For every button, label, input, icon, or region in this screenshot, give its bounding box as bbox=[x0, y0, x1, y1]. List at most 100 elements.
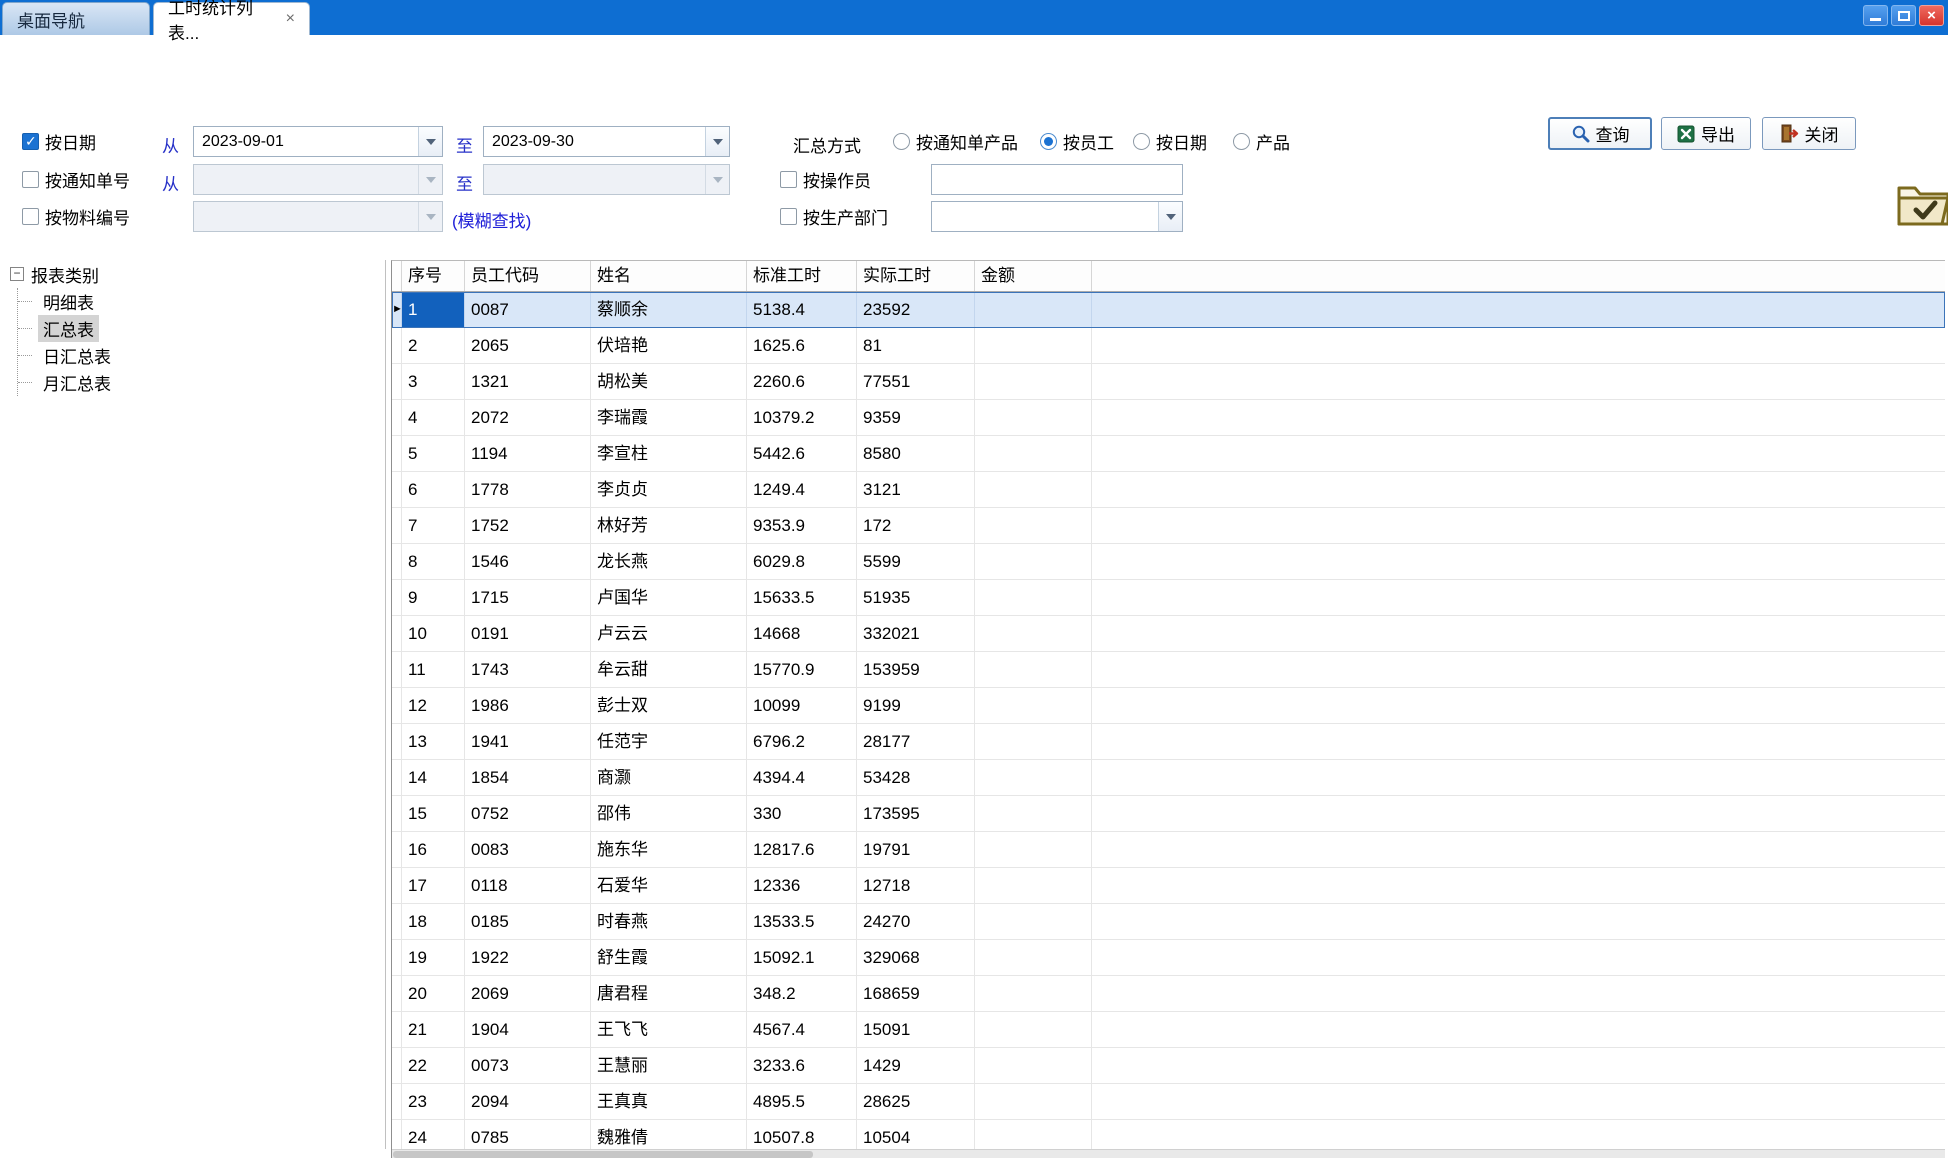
table-cell[interactable]: 4567.4 bbox=[747, 1012, 857, 1048]
chevron-down-icon[interactable] bbox=[705, 165, 729, 194]
column-header-name[interactable]: 姓名 bbox=[591, 261, 747, 291]
table-cell[interactable]: 10 bbox=[402, 616, 465, 652]
table-cell[interactable] bbox=[975, 508, 1092, 544]
table-cell[interactable]: 6029.8 bbox=[747, 544, 857, 580]
radio-by-date[interactable] bbox=[1133, 133, 1150, 150]
tree-item-monthly-summary[interactable]: 月汇总表 bbox=[18, 369, 385, 396]
table-cell[interactable]: 173595 bbox=[857, 796, 975, 832]
table-cell[interactable] bbox=[975, 472, 1092, 508]
table-cell[interactable]: 2260.6 bbox=[747, 364, 857, 400]
table-cell[interactable]: 1321 bbox=[465, 364, 591, 400]
table-cell[interactable]: 24270 bbox=[857, 904, 975, 940]
table-cell[interactable]: 施东华 bbox=[591, 832, 747, 868]
table-cell[interactable]: 5599 bbox=[857, 544, 975, 580]
table-row[interactable]: 150752邵伟330173595 bbox=[392, 796, 1945, 832]
table-cell[interactable]: 14668 bbox=[747, 616, 857, 652]
table-cell[interactable]: 3233.6 bbox=[747, 1048, 857, 1084]
table-cell[interactable]: 0752 bbox=[465, 796, 591, 832]
table-cell[interactable]: 2 bbox=[402, 328, 465, 364]
table-cell[interactable]: 9 bbox=[402, 580, 465, 616]
tree-item-detail[interactable]: 明细表 bbox=[18, 288, 385, 315]
table-cell[interactable]: 王慧丽 bbox=[591, 1048, 747, 1084]
table-row[interactable]: 51194李宣柱5442.68580 bbox=[392, 436, 1945, 472]
table-cell[interactable]: 10099 bbox=[747, 688, 857, 724]
table-cell[interactable]: 2094 bbox=[465, 1084, 591, 1120]
notice-to-combo[interactable] bbox=[483, 164, 730, 195]
table-row[interactable]: 61778李贞贞1249.43121 bbox=[392, 472, 1945, 508]
table-cell[interactable]: 0785 bbox=[465, 1120, 591, 1150]
table-cell[interactable] bbox=[975, 868, 1092, 904]
department-combo[interactable] bbox=[931, 201, 1183, 232]
table-cell[interactable]: 0083 bbox=[465, 832, 591, 868]
table-row[interactable]: 220073王慧丽3233.61429 bbox=[392, 1048, 1945, 1084]
table-cell[interactable]: 16 bbox=[402, 832, 465, 868]
table-cell[interactable]: 0087 bbox=[465, 292, 591, 328]
table-cell[interactable]: 51935 bbox=[857, 580, 975, 616]
table-cell[interactable]: 1986 bbox=[465, 688, 591, 724]
by-operator-checkbox[interactable] bbox=[780, 171, 797, 188]
table-row[interactable]: 42072李瑞霞10379.29359 bbox=[392, 400, 1945, 436]
table-cell[interactable] bbox=[975, 904, 1092, 940]
table-cell[interactable]: 12817.6 bbox=[747, 832, 857, 868]
table-cell[interactable]: 2069 bbox=[465, 976, 591, 1012]
close-window-button[interactable]: × bbox=[1919, 5, 1944, 26]
chevron-down-icon[interactable] bbox=[705, 127, 729, 156]
tab-worktime-statistics[interactable]: 工时统计列表... × bbox=[153, 2, 310, 35]
table-cell[interactable]: 172 bbox=[857, 508, 975, 544]
radio-by-notice-product[interactable] bbox=[893, 133, 910, 150]
table-cell[interactable]: 9359 bbox=[857, 400, 975, 436]
table-cell[interactable]: 0185 bbox=[465, 904, 591, 940]
table-cell[interactable]: 15091 bbox=[857, 1012, 975, 1048]
table-cell[interactable]: 12 bbox=[402, 688, 465, 724]
table-cell[interactable]: 时春燕 bbox=[591, 904, 747, 940]
fuzzy-search-link[interactable]: (模糊查找) bbox=[452, 207, 531, 232]
table-cell[interactable]: 4 bbox=[402, 400, 465, 436]
notice-from-combo[interactable] bbox=[193, 164, 443, 195]
table-cell[interactable] bbox=[975, 436, 1092, 472]
table-cell[interactable]: 348.2 bbox=[747, 976, 857, 1012]
table-cell[interactable]: 6796.2 bbox=[747, 724, 857, 760]
table-cell[interactable]: 24 bbox=[402, 1120, 465, 1150]
table-cell[interactable]: 蔡顺余 bbox=[591, 292, 747, 328]
table-cell[interactable]: 20 bbox=[402, 976, 465, 1012]
table-cell[interactable]: 21 bbox=[402, 1012, 465, 1048]
table-cell[interactable] bbox=[975, 400, 1092, 436]
table-cell[interactable]: 牟云甜 bbox=[591, 652, 747, 688]
table-row[interactable]: 191922舒生霞15092.1329068 bbox=[392, 940, 1945, 976]
table-cell[interactable]: 5 bbox=[402, 436, 465, 472]
table-cell[interactable]: 10507.8 bbox=[747, 1120, 857, 1150]
table-cell[interactable]: 12718 bbox=[857, 868, 975, 904]
scrollbar-thumb[interactable] bbox=[393, 1151, 813, 1158]
table-cell[interactable]: 15092.1 bbox=[747, 940, 857, 976]
table-cell[interactable]: 4895.5 bbox=[747, 1084, 857, 1120]
column-header-amount[interactable]: 金额 bbox=[975, 261, 1092, 291]
table-cell[interactable]: 22 bbox=[402, 1048, 465, 1084]
table-cell[interactable] bbox=[975, 832, 1092, 868]
table-row[interactable]: 232094王真真4895.528625 bbox=[392, 1084, 1945, 1120]
by-date-checkbox[interactable] bbox=[22, 133, 39, 150]
table-cell[interactable] bbox=[975, 1012, 1092, 1048]
by-notice-checkbox[interactable] bbox=[22, 171, 39, 188]
tab-desktop-navigation[interactable]: 桌面导航 bbox=[2, 2, 150, 35]
table-cell[interactable]: 10379.2 bbox=[747, 400, 857, 436]
table-cell[interactable] bbox=[975, 796, 1092, 832]
table-row[interactable]: 141854商灏4394.453428 bbox=[392, 760, 1945, 796]
table-cell[interactable]: 10504 bbox=[857, 1120, 975, 1150]
table-cell[interactable]: 168659 bbox=[857, 976, 975, 1012]
chevron-down-icon[interactable] bbox=[1158, 202, 1182, 231]
table-cell[interactable]: 329068 bbox=[857, 940, 975, 976]
tree-root-item[interactable]: − 报表类别 bbox=[2, 260, 385, 288]
table-row[interactable]: 211904王飞飞4567.415091 bbox=[392, 1012, 1945, 1048]
table-cell[interactable] bbox=[975, 940, 1092, 976]
by-material-checkbox[interactable] bbox=[22, 208, 39, 225]
minimize-button[interactable] bbox=[1863, 5, 1888, 26]
table-cell[interactable]: 332021 bbox=[857, 616, 975, 652]
table-cell[interactable] bbox=[975, 724, 1092, 760]
table-cell[interactable]: 2072 bbox=[465, 400, 591, 436]
table-cell[interactable] bbox=[975, 616, 1092, 652]
table-cell[interactable]: 1922 bbox=[465, 940, 591, 976]
table-cell[interactable]: 0073 bbox=[465, 1048, 591, 1084]
table-cell[interactable]: 3121 bbox=[857, 472, 975, 508]
table-cell[interactable]: 李宣柱 bbox=[591, 436, 747, 472]
table-cell[interactable]: 3 bbox=[402, 364, 465, 400]
